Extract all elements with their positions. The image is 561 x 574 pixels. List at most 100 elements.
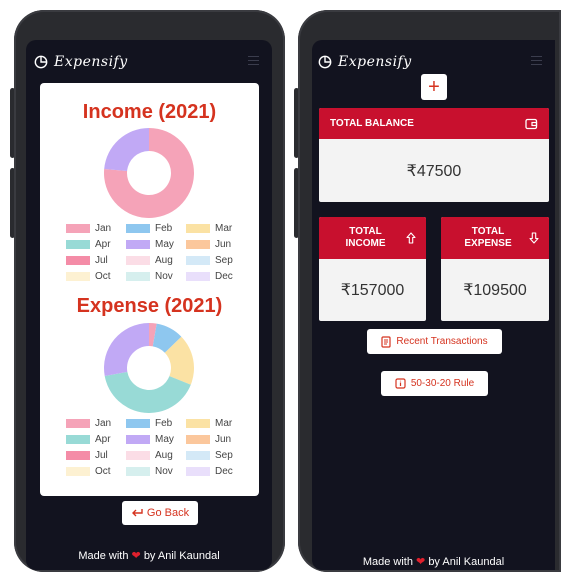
recent-transactions-label: Recent Transactions — [396, 336, 488, 347]
legend-item-may[interactable]: May — [126, 239, 186, 250]
footer: Made with ❤ by Anil Kaundal — [26, 549, 272, 562]
legend-swatch — [126, 435, 150, 444]
legend-label: Aug — [155, 255, 173, 266]
legend-swatch — [186, 435, 210, 444]
legend-item-jul[interactable]: Jul — [66, 450, 126, 461]
legend-label: Apr — [95, 239, 111, 250]
legend-label: Feb — [155, 223, 173, 234]
legend-swatch — [66, 435, 90, 444]
arrow-down-icon — [529, 232, 539, 244]
legend-swatch — [66, 272, 90, 281]
total-expense-panel: TOTAL EXPENSE ₹109500 — [441, 217, 549, 321]
legend-swatch — [126, 224, 150, 233]
menu-icon[interactable] — [248, 56, 259, 68]
total-income-value: ₹157000 — [340, 282, 405, 299]
legend-item-jan[interactable]: Jan — [66, 223, 126, 234]
legend-label: Mar — [215, 223, 233, 234]
total-expense-title-line1: TOTAL — [471, 226, 505, 237]
total-balance-panel: TOTAL BALANCE ₹47500 — [319, 108, 549, 202]
legend-label: Oct — [95, 466, 111, 477]
legend-item-feb[interactable]: Feb — [126, 223, 186, 234]
legend-item-may[interactable]: May — [126, 434, 186, 445]
legend-item-mar[interactable]: Mar — [186, 418, 246, 429]
heart-icon: ❤ — [131, 550, 141, 562]
legend-item-apr[interactable]: Apr — [66, 434, 126, 445]
recent-transactions-button[interactable]: Recent Transactions — [367, 329, 502, 354]
info-box-icon — [395, 378, 406, 389]
brand[interactable]: Expensify — [34, 54, 128, 70]
charts-card: Income (2021) Jan Feb Mar Apr May Jun Jul Aug Se… — [40, 83, 259, 496]
wallet-icon — [525, 118, 538, 129]
legend-swatch — [126, 272, 150, 281]
legend-item-aug[interactable]: Aug — [126, 255, 186, 266]
legend-item-jul[interactable]: Jul — [66, 255, 126, 266]
legend-item-mar[interactable]: Mar — [186, 223, 246, 234]
legend-swatch — [186, 419, 210, 428]
arrow-up-icon — [406, 232, 416, 244]
donut-slice-may[interactable] — [104, 323, 149, 377]
phone-left: Expensify Income (2021) Jan Feb Mar Apr May J… — [14, 10, 285, 572]
brand[interactable]: Expensify — [318, 54, 412, 70]
legend-swatch — [126, 256, 150, 265]
legend-label: Nov — [155, 271, 173, 282]
legend-item-jan[interactable]: Jan — [66, 418, 126, 429]
footer-suffix: by Anil Kaundal — [428, 556, 505, 568]
legend-swatch — [66, 224, 90, 233]
total-income-panel: TOTAL INCOME ₹157000 — [319, 217, 426, 321]
heart-icon: ❤ — [416, 556, 426, 568]
legend-label: Sep — [215, 450, 233, 461]
menu-icon[interactable] — [531, 56, 542, 68]
legend-label: May — [155, 239, 174, 250]
legend-label: Mar — [215, 418, 233, 429]
footer-suffix: by Anil Kaundal — [143, 550, 220, 562]
total-expense-title-line2: EXPENSE — [464, 238, 512, 249]
legend-swatch — [66, 256, 90, 265]
total-income-title-line1: TOTAL — [349, 226, 382, 237]
legend-label: May — [155, 434, 174, 445]
total-balance-header: TOTAL BALANCE — [319, 108, 549, 139]
screen-charts: Expensify Income (2021) Jan Feb Mar Apr May J… — [26, 40, 272, 570]
expense-chart-title: Expense (2021) — [76, 295, 223, 317]
legend-swatch — [186, 272, 210, 281]
stage: Expensify Income (2021) Jan Feb Mar Apr May J… — [0, 0, 561, 574]
legend-swatch — [66, 451, 90, 460]
legend-item-nov[interactable]: Nov — [126, 271, 186, 282]
legend-label: Jun — [215, 239, 232, 250]
legend-swatch — [186, 467, 210, 476]
legend-item-sep[interactable]: Sep — [186, 255, 246, 266]
legend-item-jun[interactable]: Jun — [186, 239, 246, 250]
legend-swatch — [186, 256, 210, 265]
screen-dashboard: Expensify + TOTAL BALANCE ₹47500 TOTAL I… — [312, 40, 555, 570]
expense-donut-chart — [104, 323, 194, 413]
legend-item-oct[interactable]: Oct — [66, 466, 126, 477]
legend-label: Dec — [215, 466, 233, 477]
total-expense-title: TOTAL EXPENSE — [447, 226, 529, 250]
go-back-button[interactable]: Go Back — [122, 501, 198, 525]
brand-name: Expensify — [338, 54, 412, 70]
rule-50-30-20-button[interactable]: 50-30-20 Rule — [381, 371, 488, 396]
legend-label: Aug — [155, 450, 173, 461]
go-back-label: Go Back — [146, 507, 190, 519]
legend-item-aug[interactable]: Aug — [126, 450, 186, 461]
donut-slice-may[interactable] — [104, 128, 149, 172]
legend-item-dec[interactable]: Dec — [186, 271, 246, 282]
pie-logo-icon — [34, 55, 48, 69]
legend-label: Nov — [155, 466, 173, 477]
legend-label: Jul — [95, 255, 108, 266]
legend-item-oct[interactable]: Oct — [66, 271, 126, 282]
legend-item-sep[interactable]: Sep — [186, 450, 246, 461]
total-income-title: TOTAL INCOME — [325, 226, 406, 250]
footer-prefix: Made with — [362, 556, 413, 568]
legend-item-apr[interactable]: Apr — [66, 239, 126, 250]
legend-item-nov[interactable]: Nov — [126, 466, 186, 477]
legend-item-dec[interactable]: Dec — [186, 466, 246, 477]
legend-label: Sep — [215, 255, 233, 266]
add-transaction-button[interactable]: + — [421, 74, 447, 100]
legend-label: Jul — [95, 450, 108, 461]
legend-item-jun[interactable]: Jun — [186, 434, 246, 445]
legend-item-feb[interactable]: Feb — [126, 418, 186, 429]
legend-label: Feb — [155, 418, 173, 429]
total-income-header: TOTAL INCOME — [319, 217, 426, 259]
legend-label: Oct — [95, 271, 111, 282]
total-income-title-line2: INCOME — [345, 238, 386, 249]
